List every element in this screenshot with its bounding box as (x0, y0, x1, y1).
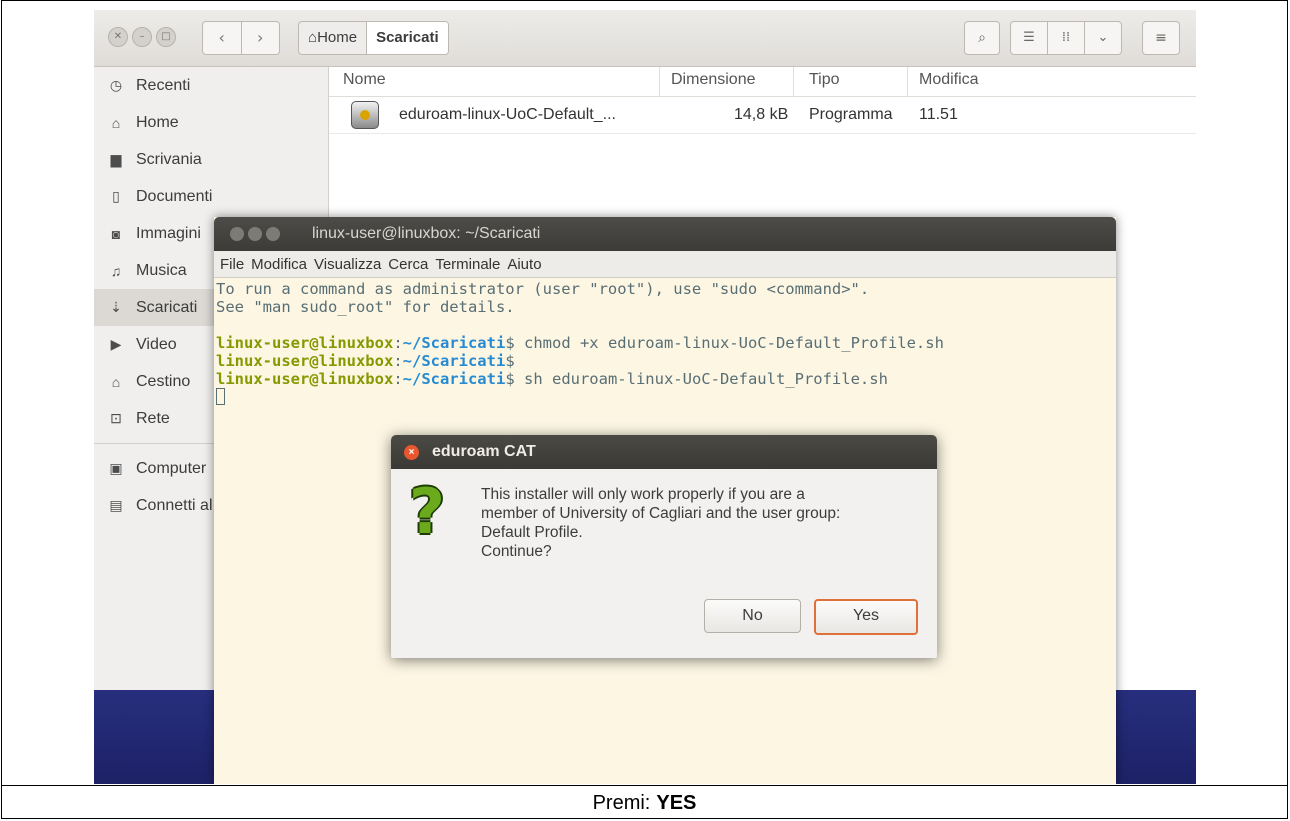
desktop: ✕ – □ ‹ › ⌂Home Scaricati ⌕ ☰ ⁞⁞ ⌄ ≡ ◷ Re… (94, 10, 1196, 784)
menu-modifica[interactable]: Modifica (251, 256, 307, 273)
menu-terminale[interactable]: Terminale (435, 256, 500, 273)
chevron-down-icon[interactable]: ⌄ (1084, 22, 1121, 54)
terminal-line: linux-user@linuxbox:~/Scaricati$ sh edur… (216, 370, 1116, 388)
column-name[interactable]: Nome (343, 71, 386, 89)
prompt-user: linux-user@linuxbox (216, 334, 394, 352)
terminal-line (216, 388, 1116, 406)
prompt-end: $ (505, 352, 515, 370)
command-text: sh eduroam-linux-UoC-Default_Profile.sh (514, 370, 888, 388)
dialog-message-line: member of University of Cagliari and the… (481, 505, 841, 522)
column-divider (793, 67, 794, 96)
maximize-icon[interactable]: □ (156, 27, 176, 47)
prompt-path: ~/Scaricati (402, 352, 506, 370)
prompt-end: $ (505, 334, 515, 352)
table-row[interactable]: eduroam-linux-UoC-Default_... 14,8 kB Pr… (329, 97, 1196, 134)
prompt-user: linux-user@linuxbox (216, 352, 394, 370)
script-file-icon (351, 101, 379, 129)
sidebar-item-recenti[interactable]: ◷ Recenti (94, 67, 328, 104)
grid-view-icon[interactable]: ⁞⁞ (1047, 22, 1084, 54)
column-size[interactable]: Dimensione (671, 71, 755, 89)
terminal-line: linux-user@linuxbox:~/Scaricati$ chmod +… (216, 334, 1116, 352)
search-icon[interactable]: ⌕ (964, 21, 1000, 55)
yes-button[interactable]: Yes (814, 599, 918, 635)
terminal-maximize-icon[interactable] (266, 227, 280, 241)
file-modified: 11.51 (919, 106, 958, 123)
column-type[interactable]: Tipo (809, 71, 840, 89)
terminal-cursor (216, 388, 225, 405)
folder-icon: ▆ (110, 151, 122, 167)
menu-aiuto[interactable]: Aiuto (507, 256, 541, 273)
home-icon: ⌂ (308, 29, 318, 46)
network-icon: ⊡ (110, 410, 122, 426)
prompt-path: ~/Scaricati (402, 334, 506, 352)
caption-highlight: YES (656, 792, 697, 814)
camera-icon: ◙ (111, 225, 121, 242)
view-buttons: ☰ ⁞⁞ ⌄ (1010, 21, 1122, 55)
menu-file[interactable]: File (220, 256, 244, 273)
caption: Premi: YES (1, 785, 1288, 821)
column-modified[interactable]: Modifica (919, 71, 979, 89)
close-icon[interactable]: × (404, 445, 419, 460)
server-icon: ▤ (109, 497, 123, 513)
sidebar-item-documenti[interactable]: ▯ Documenti (94, 178, 328, 215)
forward-icon[interactable]: › (240, 22, 280, 54)
computer-icon: ▣ (109, 460, 123, 476)
command-text: chmod +x eduroam-linux-UoC-Default_Profi… (514, 334, 944, 352)
question-icon: ? (409, 475, 445, 548)
column-divider (907, 67, 908, 96)
prompt-separator: : (393, 334, 403, 352)
dialog-title: eduroam CAT (432, 443, 536, 460)
dialog-message-line: Continue? (481, 543, 552, 560)
column-divider (659, 67, 660, 96)
prompt-separator: : (393, 370, 403, 388)
terminal-line: To run a command as administrator (user … (216, 280, 870, 298)
dialog-titlebar: × eduroam CAT (391, 435, 937, 469)
file-type: Programma (809, 106, 893, 123)
breadcrumb-home[interactable]: ⌂Home (299, 22, 366, 54)
document-icon: ▯ (112, 188, 120, 204)
eduroam-dialog: × eduroam CAT ? This installer will only… (391, 435, 937, 658)
dialog-message: This installer will only work properly i… (481, 485, 921, 561)
terminal-line: linux-user@linuxbox:~/Scaricati$ (216, 352, 1116, 370)
sidebar-item-home[interactable]: ⌂ Home (94, 104, 328, 141)
sidebar-item-scrivania[interactable]: ▆ Scrivania (94, 141, 328, 178)
no-button[interactable]: No (704, 599, 801, 633)
music-icon: ♫ (110, 262, 122, 279)
dialog-message-line: Default Profile. (481, 524, 583, 541)
dialog-message-line: This installer will only work properly i… (481, 486, 805, 503)
file-size: 14,8 kB (734, 106, 789, 123)
breadcrumb-scaricati[interactable]: Scaricati (366, 22, 448, 54)
column-header: Nome Dimensione Tipo Modifica (329, 67, 1196, 97)
terminal-minimize-icon[interactable] (248, 227, 262, 241)
menu-cerca[interactable]: Cerca (388, 256, 428, 273)
nav-buttons: ‹ › (202, 21, 280, 55)
clock-icon: ◷ (109, 77, 123, 93)
trash-icon: ⌂ (111, 373, 121, 390)
terminal-menubar: File Modifica Visualizza Cerca Terminale… (214, 251, 1116, 278)
prompt-separator: : (393, 352, 403, 370)
download-icon: ⇣ (110, 299, 122, 315)
list-view-icon[interactable]: ☰ (1011, 22, 1047, 54)
terminal-title: linux-user@linuxbox: ~/Scaricati (312, 225, 541, 242)
prompt-path: ~/Scaricati (402, 370, 506, 388)
menu-visualizza[interactable]: Visualizza (314, 256, 381, 273)
home-icon: ⌂ (111, 114, 121, 131)
video-icon: ▶ (110, 336, 122, 352)
file-name: eduroam-linux-UoC-Default_... (399, 106, 616, 123)
menu-icon[interactable]: ≡ (1142, 21, 1180, 55)
terminal-line: See "man sudo_root" for details. (216, 298, 515, 316)
caption-prefix: Premi: (592, 792, 651, 814)
breadcrumb: ⌂Home Scaricati (298, 21, 449, 55)
file-manager-header: ✕ – □ ‹ › ⌂Home Scaricati ⌕ ☰ ⁞⁞ ⌄ ≡ (94, 10, 1196, 67)
prompt-user: linux-user@linuxbox (216, 370, 394, 388)
terminal-close-icon[interactable] (230, 227, 244, 241)
close-icon[interactable]: ✕ (108, 27, 128, 47)
back-icon[interactable]: ‹ (203, 22, 241, 54)
minimize-icon[interactable]: – (132, 27, 152, 47)
prompt-end: $ (505, 370, 515, 388)
terminal-titlebar: linux-user@linuxbox: ~/Scaricati (214, 217, 1116, 251)
